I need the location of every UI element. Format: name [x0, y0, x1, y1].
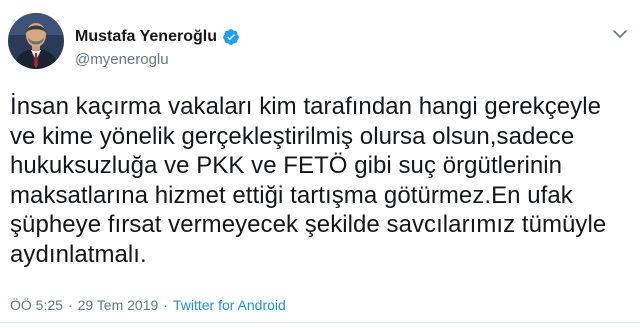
divider — [0, 322, 640, 323]
verified-badge-icon — [222, 28, 240, 46]
tweet-source-link[interactable]: Twitter for Android — [173, 297, 286, 313]
tweet-card[interactable]: Mustafa Yeneroğlu @myeneroglu İnsan kaçı… — [0, 0, 640, 328]
chevron-down-icon[interactable] — [610, 24, 630, 44]
display-name[interactable]: Mustafa Yeneroğlu — [75, 28, 217, 46]
tweet-text: İnsan kaçırma vakaları kim tarafından ha… — [10, 93, 607, 268]
meta-separator: · — [67, 297, 73, 313]
tweet-time[interactable]: ÖÖ 5:25 — [10, 297, 63, 313]
meta-separator: · — [163, 297, 168, 313]
avatar[interactable] — [8, 13, 64, 69]
avatar-photo — [8, 13, 64, 69]
username-handle[interactable]: @myeneroglu — [75, 51, 169, 68]
tweet-date[interactable]: 29 Tem 2019 — [78, 297, 159, 313]
author-name-row: Mustafa Yeneroğlu — [75, 26, 240, 48]
tweet-metadata: ÖÖ 5:25 · 29 Tem 2019 · Twitter for Andr… — [10, 297, 286, 313]
